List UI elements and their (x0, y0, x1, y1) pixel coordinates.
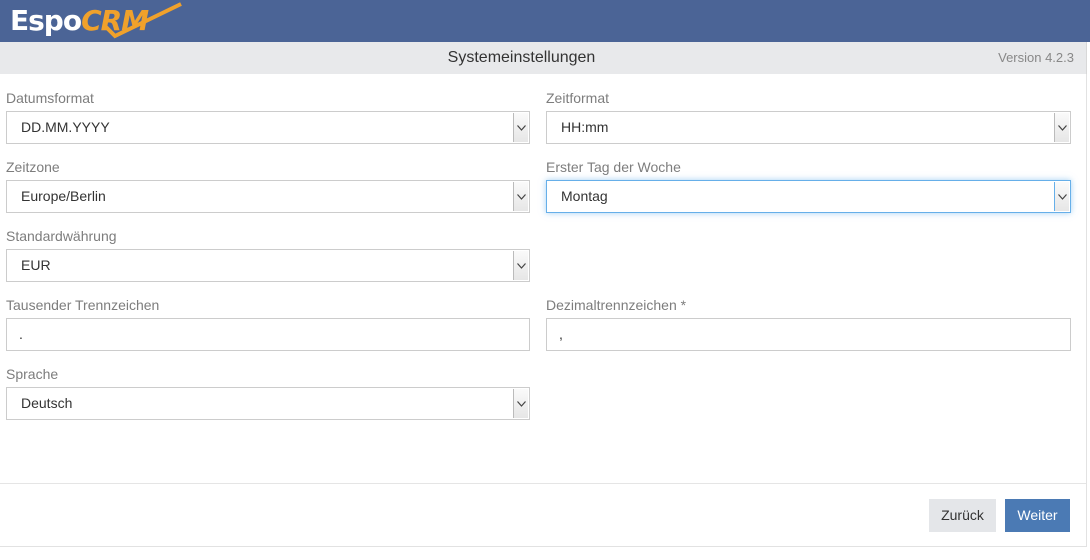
currency-value: EUR (21, 257, 51, 273)
time-format-label: Zeitformat (546, 90, 610, 106)
week-start-field: Erster Tag der Woche Montag (546, 158, 1071, 213)
date-format-select[interactable]: DD.MM.YYYY (6, 111, 530, 144)
chevron-down-icon[interactable] (1054, 182, 1069, 211)
timezone-label: Zeitzone (6, 159, 60, 175)
page-title: Systemeinstellungen (447, 49, 596, 66)
date-format-field: Datumsformat DD.MM.YYYY (6, 89, 530, 144)
date-format-value: DD.MM.YYYY (21, 119, 110, 135)
thousand-separator-label: Tausender Trennzeichen (6, 297, 160, 313)
chevron-down-icon[interactable] (513, 251, 528, 280)
version-label: Version 4.2.3 (998, 50, 1074, 65)
chevron-down-icon[interactable] (513, 182, 528, 211)
logo-text-crm: CRM (81, 4, 149, 37)
thousand-separator-value: . (19, 326, 23, 342)
time-format-value: HH:mm (561, 119, 609, 135)
timezone-select[interactable]: Europe/Berlin (6, 180, 530, 213)
language-value: Deutsch (21, 395, 73, 411)
top-navbar: EspoCRM (0, 0, 1090, 42)
thousand-separator-input[interactable]: . (6, 318, 530, 351)
time-format-field: Zeitformat HH:mm (546, 89, 1071, 144)
currency-field: Standardwährung EUR (6, 227, 530, 282)
language-select[interactable]: Deutsch (6, 387, 530, 420)
time-format-select[interactable]: HH:mm (546, 111, 1071, 144)
settings-form: Datumsformat DD.MM.YYYY Zeitformat HH:mm… (0, 74, 1087, 547)
chevron-down-icon[interactable] (513, 389, 528, 418)
title-bar: Systemeinstellungen Version 4.2.3 (0, 42, 1087, 74)
decimal-mark-input[interactable]: , (546, 318, 1071, 351)
currency-select[interactable]: EUR (6, 249, 530, 282)
timezone-field: Zeitzone Europe/Berlin (6, 158, 530, 213)
chevron-down-icon[interactable] (513, 113, 528, 142)
decimal-mark-value: , (559, 326, 563, 342)
language-label: Sprache (6, 366, 59, 382)
chevron-down-icon[interactable] (1054, 113, 1069, 142)
week-start-label: Erster Tag der Woche (546, 159, 681, 175)
currency-label: Standardwährung (6, 228, 117, 244)
logo-text-espo: Espo (10, 4, 82, 37)
language-field: Sprache Deutsch (6, 365, 530, 420)
date-format-label: Datumsformat (6, 90, 94, 106)
thousand-separator-field: Tausender Trennzeichen . (6, 296, 530, 351)
timezone-value: Europe/Berlin (21, 188, 106, 204)
espocrm-logo: EspoCRM (10, 2, 182, 40)
back-button[interactable]: Zurück (929, 499, 996, 532)
week-start-select[interactable]: Montag (546, 180, 1071, 213)
next-button[interactable]: Weiter (1005, 499, 1070, 532)
decimal-mark-field: Dezimaltrennzeichen * , (546, 296, 1071, 351)
decimal-mark-label: Dezimaltrennzeichen * (546, 297, 687, 313)
week-start-value: Montag (561, 188, 608, 204)
footer-divider (0, 483, 1086, 484)
